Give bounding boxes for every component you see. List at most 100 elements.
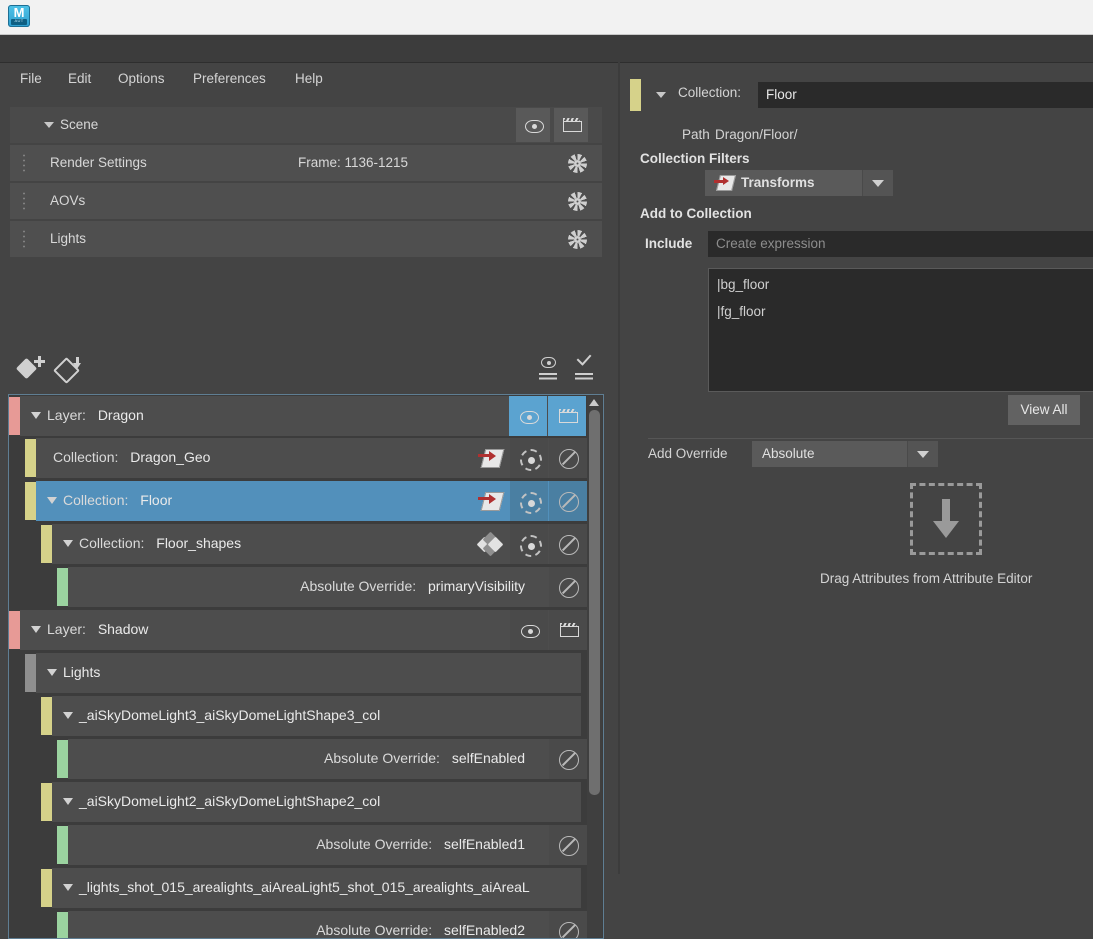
chevron-down-icon[interactable] [31,626,41,633]
tree-row-label: Absolute Override: primaryVisibility [300,566,525,606]
scene-renderable-icon[interactable] [554,108,588,142]
row-name: _aiSkyDomeLight2_aiSkyDomeLightShape2_co… [79,793,381,809]
tree-row-collection-arealight5[interactable]: _lights_shot_015_arealights_aiAreaLight5… [9,867,587,909]
property-editor-panel: Collection: Floor Path Dragon/Floor/ Col… [620,62,1093,875]
list-item[interactable]: |fg_floor [717,303,766,321]
chevron-down-icon[interactable] [656,92,666,98]
tree-row-label: Absolute Override: selfEnabled [324,738,525,778]
layer-visibility-icon[interactable] [510,610,548,650]
tree-row-layer-dragon[interactable]: Layer: Dragon [9,395,587,437]
tree-row-label: Absolute Override: selfEnabled1 [316,824,525,864]
view-all-button[interactable]: View All [1008,395,1080,425]
tree-row-override-selfenabled2[interactable]: Absolute Override: selfEnabled2 [9,910,587,938]
shapes-icon [471,524,509,564]
scene-label: Scene [60,117,99,132]
row-prefix: Collection: [79,535,145,551]
disable-icon[interactable] [549,825,587,865]
layer-color-bar [9,397,20,435]
tree-scrollbar[interactable] [587,396,602,937]
create-render-layer-icon[interactable] [15,355,46,385]
aovs-gear-icon[interactable] [560,184,594,218]
tree-row-collection-floor[interactable]: Collection: Floor [9,480,587,522]
layer-toolbar [10,351,602,389]
menu-options[interactable]: Options [118,63,165,94]
collection-name-input[interactable]: Floor [758,82,1093,108]
scrollbar-thumb[interactable] [589,410,600,795]
render-settings-gear-icon[interactable] [560,146,594,180]
disable-icon[interactable] [549,438,587,478]
tree-row-collection-dragon-geo[interactable]: Collection: Dragon_Geo [9,437,587,479]
disable-icon[interactable] [549,524,587,564]
scroll-up-arrow-icon[interactable] [589,399,599,406]
row-prefix: Absolute Override: [300,578,417,594]
attribute-dropzone[interactable] [910,483,982,555]
scene-row-render-settings[interactable]: Render Settings Frame: 1136-1215 [10,145,602,181]
chevron-down-icon[interactable] [907,441,938,467]
disable-icon[interactable] [549,911,587,938]
layer-renderable-icon[interactable] [549,610,587,650]
row-prefix: Collection: [63,492,129,508]
scene-visibility-icon[interactable] [516,108,550,142]
menu-preferences[interactable]: Preferences [193,63,266,94]
chevron-down-icon[interactable] [862,170,893,196]
override-color-bar [57,912,68,938]
lights-gear-icon[interactable] [560,222,594,256]
tree-row-override-primaryvisibility[interactable]: Absolute Override: primaryVisibility [9,566,587,608]
tree-row-layer-shadow[interactable]: Layer: Shadow [9,609,587,651]
chevron-down-icon[interactable] [63,540,73,547]
isolate-select-icon[interactable] [510,438,548,478]
tree-row-override-selfenabled1[interactable]: Absolute Override: selfEnabled1 [9,824,587,866]
tree-row-label: _lights_shot_015_arealights_aiAreaLight5… [79,867,530,907]
chevron-down-icon[interactable] [47,669,57,676]
scene-row-lights[interactable]: Lights [10,221,602,257]
layer-renderable-icon[interactable] [548,396,586,436]
chevron-down-icon[interactable] [44,122,54,128]
collection-filter-select[interactable]: Transforms [705,170,893,196]
menu-edit[interactable]: Edit [68,63,91,94]
maya-render-setup-window: M Render Setup Property Editor - Render … [0,0,1093,939]
tree-row-label: Layer: Dragon [47,395,144,435]
isolate-select-icon[interactable] [510,481,548,521]
menu-file[interactable]: File [20,63,42,94]
isolate-select-icon[interactable] [510,524,548,564]
row-name: primaryVisibility [428,578,525,594]
tree-row-collection-aiskydomelight3[interactable]: _aiSkyDomeLight3_aiSkyDomeLightShape3_co… [9,695,587,737]
add-override-select[interactable]: Absolute [752,441,938,467]
scene-header-row[interactable]: Scene [10,107,602,143]
chevron-down-icon[interactable] [31,412,41,419]
chevron-down-icon[interactable] [47,497,57,504]
window-title-strip: M [0,0,1093,35]
include-expression-input[interactable]: Create expression [708,231,1093,257]
tree-row-override-selfenabled[interactable]: Absolute Override: selfEnabled [9,738,587,780]
row-prefix: Layer: [47,407,86,423]
collection-members-list[interactable]: |bg_floor |fg_floor [708,268,1093,392]
tree-row-group-lights[interactable]: Lights [9,652,587,694]
disable-icon[interactable] [549,567,587,607]
menu-help[interactable]: Help [295,63,323,94]
enabled-toggle-icon[interactable] [570,355,598,385]
create-collection-icon[interactable] [53,355,84,385]
drag-handle-icon[interactable] [22,153,27,173]
drag-handle-icon[interactable] [22,229,27,249]
tree-row-collection-aiskydomelight2[interactable]: _aiSkyDomeLight2_aiSkyDomeLightShape2_co… [9,781,587,823]
collection-label: Collection: [678,85,742,100]
transforms-icon [471,438,509,478]
visibility-isolate-icon[interactable] [534,355,562,385]
layer-visibility-icon[interactable] [509,396,547,436]
tree-row-collection-floor-shapes[interactable]: Collection: Floor_shapes [9,523,587,565]
collection-color-bar [41,869,52,907]
disable-icon[interactable] [549,739,587,779]
row-name: Dragon [97,407,144,423]
chevron-down-icon[interactable] [63,798,73,805]
chevron-down-icon[interactable] [63,712,73,719]
chevron-down-icon[interactable] [63,884,73,891]
drop-arrow-icon [933,499,959,539]
override-color-bar [57,568,68,606]
render-layer-tree[interactable]: Layer: Dragon Collection: Dragon_Geo Col… [8,394,604,939]
list-item[interactable]: |bg_floor [717,276,769,294]
scene-row-aovs[interactable]: AOVs [10,183,602,219]
drag-handle-icon[interactable] [22,191,27,211]
transforms-icon [471,481,509,521]
disable-icon[interactable] [549,481,587,521]
scene-section: Scene Render Settings Frame: 1136-1215 A… [10,107,602,259]
